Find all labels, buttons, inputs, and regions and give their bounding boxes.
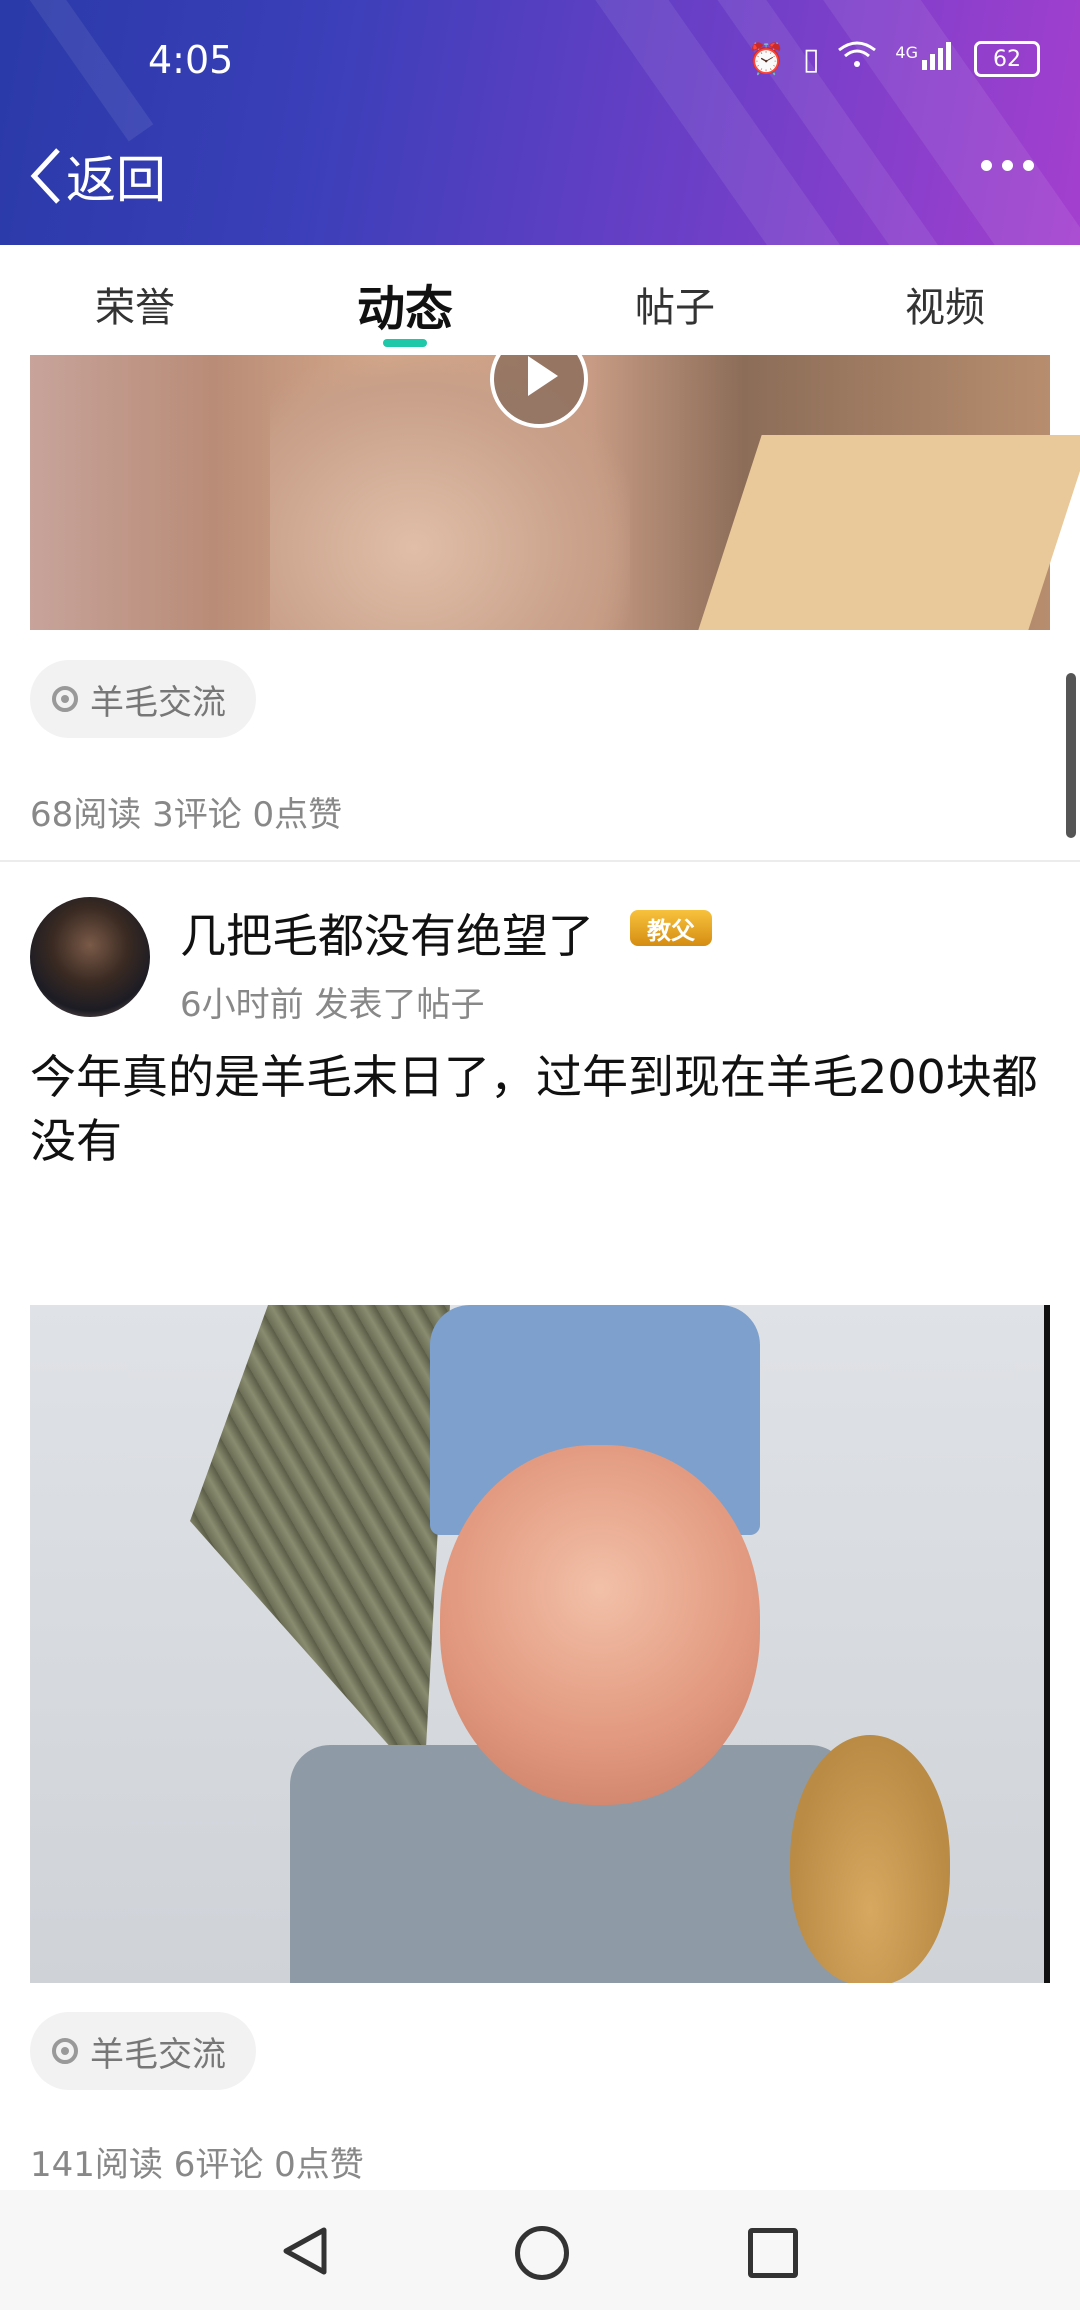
tab-posts[interactable]: 帖子 — [540, 245, 810, 355]
status-icons: ⏰ ▯ 4G 62 — [748, 40, 1040, 78]
back-label: 返回 — [66, 151, 166, 209]
more-options-button[interactable] — [981, 160, 1034, 171]
system-nav-bar — [0, 2190, 1080, 2310]
post-text[interactable]: 今年真的是羊毛末日了，过年到现在羊毛200块都没有 — [30, 1045, 1050, 1173]
back-button[interactable]: 返回 — [28, 140, 166, 212]
post-stats: 141阅读 6评论 0点赞 — [30, 2145, 364, 2185]
chevron-left-icon — [30, 148, 60, 204]
tab-bar: 荣誉 动态 帖子 视频 — [0, 245, 1080, 355]
alarm-icon: ⏰ — [747, 41, 785, 77]
network-label: 4G — [895, 42, 918, 62]
post-meta: 6小时前 发表了帖子 — [180, 985, 485, 1025]
divider — [0, 860, 1080, 862]
scrollbar[interactable] — [1066, 673, 1076, 838]
signal-icon — [922, 40, 956, 78]
avatar[interactable] — [30, 897, 150, 1017]
wifi-icon — [837, 40, 877, 78]
nav-back-icon[interactable] — [282, 2226, 328, 2276]
nav-home-icon[interactable] — [515, 2226, 569, 2280]
status-time: 4:05 — [148, 38, 234, 82]
post-stats: 68阅读 3评论 0点赞 — [30, 795, 343, 835]
post-image[interactable] — [30, 1305, 1050, 1983]
feed[interactable]: 羊毛交流 68阅读 3评论 0点赞 几把毛都没有绝望了 教父 6小时前 发表了帖… — [0, 355, 1080, 2190]
topic-icon — [52, 2038, 78, 2064]
tab-activity[interactable]: 动态 — [270, 245, 540, 355]
post-video-thumbnail[interactable] — [30, 355, 1080, 630]
topic-tag[interactable]: 羊毛交流 — [30, 2012, 256, 2090]
author-name[interactable]: 几把毛都没有绝望了 — [180, 900, 594, 966]
battery-icon: 62 — [974, 41, 1040, 77]
app-header: 4:05 ⏰ ▯ 4G 62 返回 — [0, 0, 1080, 245]
nav-recents-icon[interactable] — [748, 2228, 798, 2278]
topic-icon — [52, 686, 78, 712]
tab-honor[interactable]: 荣誉 — [0, 245, 270, 355]
rank-badge: 教父 — [630, 910, 712, 946]
vibrate-icon: ▯ — [802, 41, 820, 77]
topic-tag[interactable]: 羊毛交流 — [30, 660, 256, 738]
tab-videos[interactable]: 视频 — [810, 245, 1080, 355]
